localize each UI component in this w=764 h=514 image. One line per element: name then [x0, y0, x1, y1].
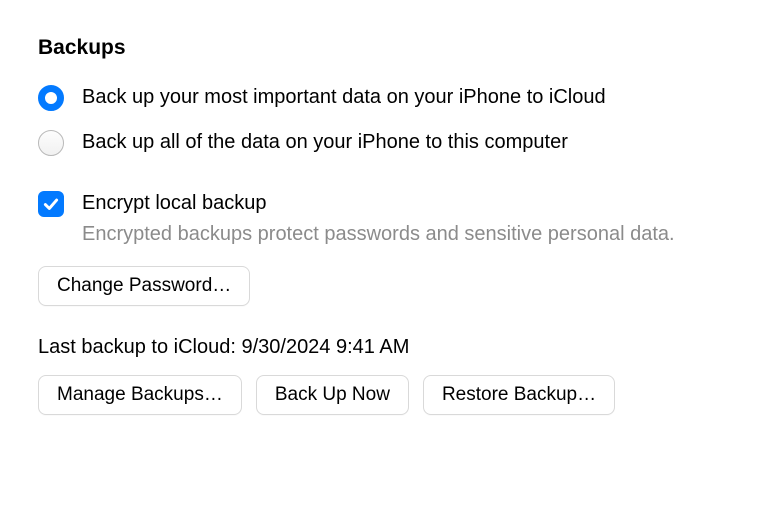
- radio-unselected-icon: [38, 130, 64, 156]
- backup-option-icloud-label: Back up your most important data on your…: [82, 84, 606, 111]
- change-password-button[interactable]: Change Password…: [38, 266, 250, 306]
- backup-option-icloud[interactable]: Back up your most important data on your…: [38, 84, 726, 111]
- encrypt-label: Encrypt local backup: [82, 190, 675, 217]
- manage-backups-button[interactable]: Manage Backups…: [38, 375, 242, 415]
- encrypt-description: Encrypted backups protect passwords and …: [82, 221, 675, 248]
- backup-option-local[interactable]: Back up all of the data on your iPhone t…: [38, 129, 726, 156]
- last-backup-status: Last backup to iCloud: 9/30/2024 9:41 AM: [38, 334, 726, 361]
- radio-selected-icon: [38, 85, 64, 111]
- checkbox-checked-icon: [38, 191, 64, 217]
- restore-backup-button[interactable]: Restore Backup…: [423, 375, 615, 415]
- encrypt-local-backup[interactable]: Encrypt local backup Encrypted backups p…: [38, 190, 726, 248]
- section-title-backups: Backups: [38, 34, 726, 62]
- back-up-now-button[interactable]: Back Up Now: [256, 375, 409, 415]
- backup-option-local-label: Back up all of the data on your iPhone t…: [82, 129, 568, 156]
